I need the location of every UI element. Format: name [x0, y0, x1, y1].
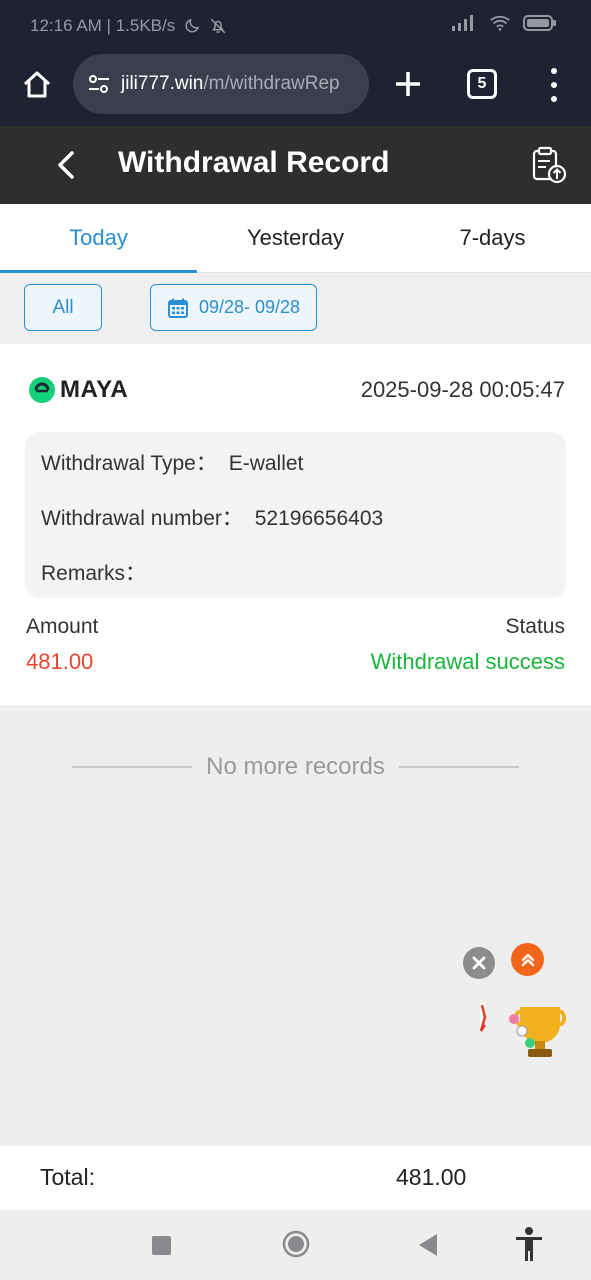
url-host: jili777.win: [121, 73, 204, 94]
app-header: Withdrawal Record: [0, 126, 591, 204]
status-time: 12:16 AM | 1.5KB/s: [30, 16, 176, 35]
recents-button[interactable]: [152, 1236, 171, 1255]
home-button[interactable]: [18, 66, 56, 104]
more-menu-button[interactable]: [546, 68, 562, 102]
withdrawal-type-label: Withdrawal Type：: [41, 452, 217, 475]
battery-icon: [523, 15, 556, 31]
tab-yesterday[interactable]: Yesterday: [197, 204, 394, 272]
calendar-icon: [167, 298, 188, 318]
system-back-button[interactable]: [417, 1232, 439, 1258]
new-tab-button[interactable]: [390, 66, 426, 102]
no-more-records: No more records: [0, 750, 591, 784]
signal-icon: [452, 15, 473, 31]
system-home-button[interactable]: [282, 1230, 310, 1258]
home-icon: [23, 71, 51, 98]
divider: [72, 766, 193, 768]
date-range-label: 09/28- 09/28: [198, 297, 301, 317]
close-icon: [472, 956, 486, 970]
back-arrow-icon[interactable]: [50, 146, 84, 184]
scroll-up-icon: [521, 953, 534, 966]
remarks-label: Remarks：: [41, 562, 147, 585]
status-bar: 12:16 AM | 1.5KB/s: [0, 0, 591, 52]
notifications-off-icon: [210, 18, 226, 34]
tab-count: 5: [477, 75, 487, 92]
tab-switcher-button[interactable]: 5: [467, 69, 497, 99]
tab-7-days[interactable]: 7-days: [394, 204, 591, 272]
wifi-icon: [490, 15, 510, 31]
total-value: 481.00: [396, 1164, 467, 1190]
withdrawal-record-card[interactable]: MAYA 2025-09-28 00:05:47 Withdrawal Type…: [0, 344, 591, 707]
status-label: Status: [505, 615, 565, 638]
address-bar[interactable]: jili777.win/m/withdrawRep: [73, 54, 369, 114]
total-bar: Total: 481.00: [0, 1146, 591, 1210]
tab-today[interactable]: Today: [0, 204, 197, 273]
payment-brand: MAYA: [28, 376, 128, 404]
browser-toolbar: jili777.win/m/withdrawRep 5: [0, 52, 591, 126]
maya-logo-icon: [29, 377, 55, 403]
scroll-top-button[interactable]: [511, 943, 544, 976]
url-path: /m/withdrawRep: [203, 73, 340, 94]
withdrawal-number-label: Withdrawal number：: [41, 507, 243, 530]
withdrawal-number-value: 52196656403: [254, 507, 384, 530]
amount-value: 481.00: [26, 649, 94, 674]
trophy-icon[interactable]: [476, 995, 576, 1065]
period-tabs: Today Yesterday 7-days: [0, 204, 591, 273]
filter-all-button[interactable]: All: [24, 284, 102, 331]
status-value: Withdrawal success: [370, 649, 565, 674]
withdrawal-type-value: E-wallet: [228, 452, 304, 475]
no-more-records-text: No more records: [206, 753, 385, 780]
amount-label: Amount: [26, 615, 99, 638]
clipboard-upload-icon[interactable]: [528, 144, 570, 186]
total-label: Total:: [40, 1164, 95, 1190]
site-settings-icon[interactable]: [85, 70, 113, 98]
status-right: [451, 14, 557, 32]
date-range-button[interactable]: 09/28- 09/28: [150, 284, 317, 331]
more-icon: [551, 68, 557, 74]
status-left: 12:16 AM | 1.5KB/s: [30, 16, 227, 36]
page-title: Withdrawal Record: [118, 146, 390, 179]
remarks-row: Remarks：: [41, 557, 146, 587]
accessibility-icon[interactable]: [513, 1226, 545, 1262]
withdrawal-type-row: Withdrawal Type： E-wallet: [41, 447, 303, 477]
close-floating-button[interactable]: [463, 947, 495, 979]
withdrawal-number-row: Withdrawal number： 52196656403: [41, 502, 383, 532]
system-navigation-bar: [0, 1210, 591, 1280]
moon-icon: [185, 18, 200, 33]
divider: [398, 766, 519, 768]
filter-all-label: All: [52, 296, 74, 318]
brand-name: MAYA: [60, 376, 129, 403]
record-datetime: 2025-09-28 00:05:47: [360, 377, 565, 402]
filter-row: All 09/28- 09/28: [0, 273, 591, 344]
record-details: Withdrawal Type： E-wallet Withdrawal num…: [25, 432, 566, 598]
